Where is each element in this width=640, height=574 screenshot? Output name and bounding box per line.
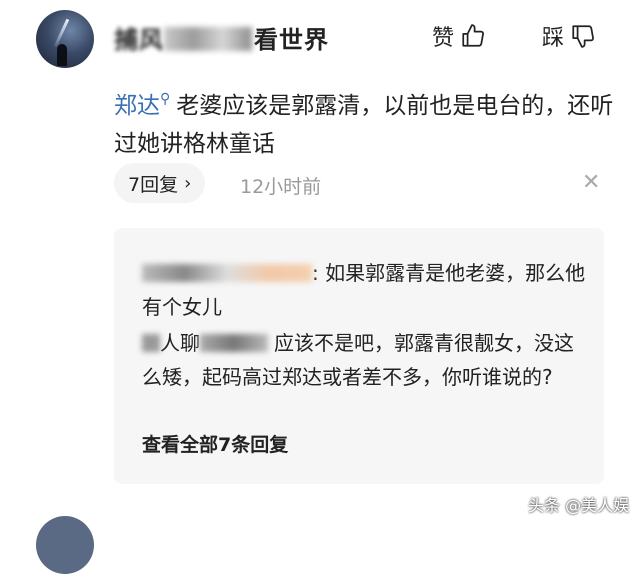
reply-author-blurred[interactable] xyxy=(142,334,160,352)
reply-author-blurred[interactable] xyxy=(142,264,312,282)
thumb-up-icon xyxy=(462,24,484,47)
username-blur xyxy=(164,27,252,51)
close-icon[interactable]: ✕ xyxy=(582,170,600,195)
avatar[interactable] xyxy=(36,10,94,68)
reply-item: 人聊 应该不是吧，郭露青很靓女，没这么矮，起码高过郑达或者差不多，你听谁说的? xyxy=(142,326,592,394)
thumb-down-icon xyxy=(572,25,594,48)
dislike-label: 踩 xyxy=(542,26,565,51)
reply-author-blurred-tail xyxy=(200,334,268,352)
username-prefix: 捕风 xyxy=(114,26,164,54)
comment-text: 老婆应该是郭露清，以前也是电台的，还听过她讲格林童话 xyxy=(114,93,614,157)
see-all-replies-link[interactable]: 查看全部7条回复 xyxy=(142,430,288,457)
reply-author-visible[interactable]: 人聊 xyxy=(160,331,200,355)
username[interactable]: 捕风 看世界 xyxy=(114,20,329,55)
dislike-button[interactable]: 踩 xyxy=(542,20,596,52)
chevron-right-icon: › xyxy=(184,172,192,194)
watermark: 头条 @美人娱 xyxy=(528,496,630,515)
mention-link[interactable]: 郑达 xyxy=(114,93,160,119)
like-button[interactable]: 赞 xyxy=(432,20,486,52)
reply-preview[interactable]: : 如果郭露青是他老婆，那么他有个女儿 人聊 应该不是吧，郭露青很靓女，没这么矮，… xyxy=(114,228,604,484)
avatar-figure xyxy=(57,44,67,66)
like-label: 赞 xyxy=(432,26,455,51)
reply-count-button[interactable]: 7回复 › xyxy=(114,163,206,203)
reply-item: : 如果郭露青是他老婆，那么他有个女儿 xyxy=(142,256,592,324)
avatar-beam xyxy=(53,18,70,48)
next-comment-avatar[interactable] xyxy=(36,516,94,574)
username-visible: 看世界 xyxy=(254,26,329,54)
reply-count-label: 7回复 xyxy=(128,173,179,196)
timestamp: 12小时前 xyxy=(240,176,322,198)
comment-body: 郑达⚲ 老婆应该是郭露清，以前也是电台的，还听过她讲格林童话 xyxy=(114,80,614,163)
search-icon[interactable]: ⚲ xyxy=(160,91,170,107)
